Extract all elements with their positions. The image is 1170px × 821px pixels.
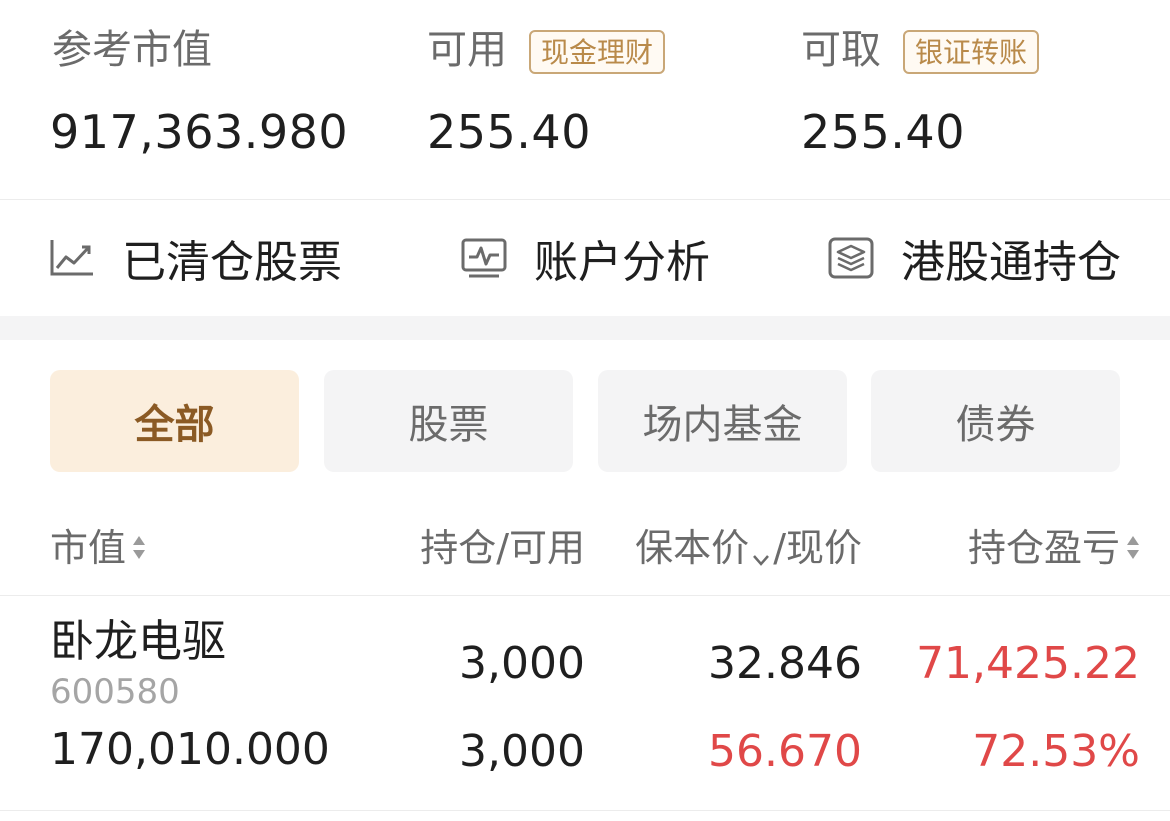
column-current-price-label: /现价: [773, 526, 862, 570]
layers-icon: [827, 234, 875, 282]
column-price[interactable]: 保本价 /现价: [635, 522, 862, 574]
column-pnl[interactable]: 持仓盈亏: [968, 522, 1140, 574]
column-position-label: 持仓/可用: [420, 526, 585, 570]
pnl-amount: 71,425.22: [916, 638, 1140, 689]
available-qty: 3,000: [459, 726, 585, 777]
column-market-value-label: 市值: [50, 526, 127, 570]
market-value-label: 参考市值: [52, 27, 212, 73]
column-cost-price-label: 保本价: [635, 526, 750, 570]
sort-icon: [1126, 533, 1140, 563]
current-price: 56.670: [708, 726, 862, 777]
tab-stocks[interactable]: 股票: [324, 370, 573, 472]
cash-finance-button[interactable]: 现金理财: [529, 30, 666, 74]
stock-code: 600580: [50, 672, 180, 712]
divider: [0, 810, 1170, 811]
section-gap: [0, 316, 1170, 340]
stock-name: 卧龙电驱: [50, 616, 226, 667]
cleared-stocks-label: 已清仓股票: [122, 237, 342, 288]
withdrawable-value: 255.40: [801, 105, 965, 159]
divider: [0, 595, 1170, 596]
hk-connect-holdings-label: 港股通持仓: [901, 237, 1121, 288]
sort-icon: [132, 533, 146, 563]
account-analysis-button[interactable]: 账户分析: [460, 226, 710, 290]
divider: [0, 199, 1170, 200]
bank-transfer-button[interactable]: 银证转账: [903, 30, 1040, 74]
column-position: 持仓/可用: [420, 522, 585, 574]
column-pnl-label: 持仓盈亏: [967, 526, 1120, 570]
market-value: 917,363.980: [50, 105, 349, 159]
holding-market-value: 170,010.000: [50, 724, 330, 775]
tab-bonds[interactable]: 债券: [871, 370, 1120, 472]
tab-exchange-funds[interactable]: 场内基金: [598, 370, 847, 472]
column-market-value[interactable]: 市值: [50, 522, 146, 574]
withdrawable-label: 可取: [801, 27, 881, 73]
tab-all[interactable]: 全部: [50, 370, 299, 472]
pnl-percent: 72.53%: [972, 726, 1140, 777]
position-qty: 3,000: [459, 638, 585, 689]
pulse-monitor-icon: [460, 234, 508, 282]
line-chart-icon: [48, 234, 96, 282]
available-label: 可用: [427, 27, 507, 73]
cost-price: 32.846: [708, 638, 862, 689]
hk-connect-holdings-button[interactable]: 港股通持仓: [827, 226, 1121, 290]
available-value: 255.40: [427, 105, 591, 159]
chevron-down-icon[interactable]: [751, 533, 771, 566]
cleared-stocks-button[interactable]: 已清仓股票: [48, 226, 342, 290]
account-analysis-label: 账户分析: [534, 237, 710, 288]
